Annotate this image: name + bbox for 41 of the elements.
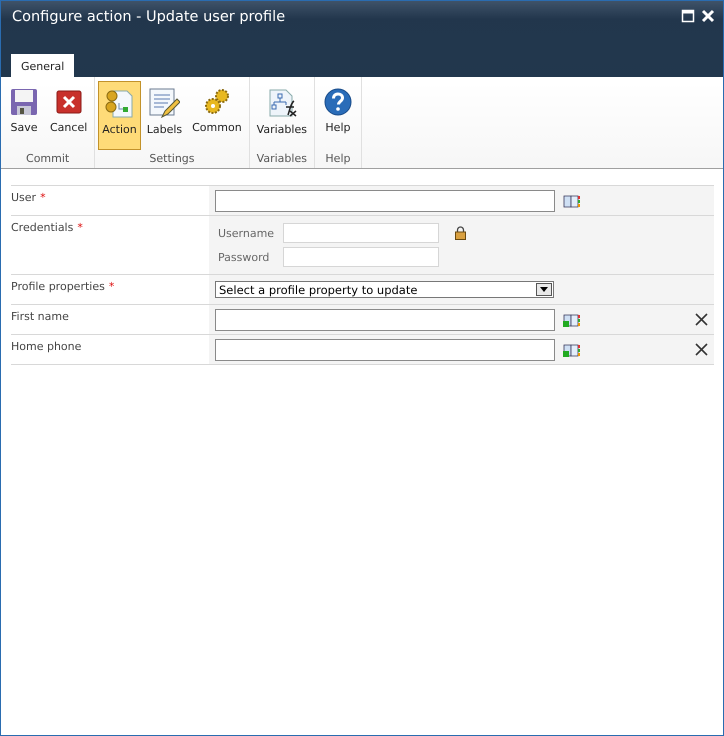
field-label: First name — [11, 310, 69, 323]
ribbon-button[interactable]: Cancel — [46, 81, 92, 150]
text-field[interactable] — [215, 338, 555, 360]
ribbon-button[interactable]: Save — [4, 81, 44, 150]
field-label: Credentials — [11, 221, 74, 234]
credential-label: Username — [217, 226, 276, 240]
caret-icon — [540, 287, 548, 292]
group-label: Commit — [25, 151, 70, 167]
text-field[interactable] — [215, 190, 555, 212]
field-label: Home phone — [11, 340, 82, 353]
property-dropdown[interactable]: Select a profile property to update — [215, 281, 554, 298]
maximize-button[interactable] — [681, 9, 697, 25]
ribbon-button[interactable]: Common — [188, 81, 246, 150]
credential-field[interactable] — [283, 223, 439, 243]
group-label: Variables — [256, 151, 308, 167]
required-marker: * — [77, 221, 83, 234]
group-label: Settings — [148, 151, 196, 167]
document-pencil-icon — [148, 87, 180, 119]
remove-button[interactable] — [695, 343, 708, 356]
credential-field[interactable] — [283, 247, 439, 267]
required-marker: * — [108, 280, 114, 293]
ribbon-button[interactable]: Action — [98, 81, 141, 150]
ribbon-button[interactable]: Variables — [252, 81, 311, 150]
field-label: Profile properties — [11, 280, 105, 293]
ribbon-tab[interactable]: General — [11, 54, 74, 77]
address-book-icon[interactable] — [563, 194, 580, 208]
field-label: User — [11, 191, 36, 204]
credential-label: Password — [217, 250, 270, 264]
required-marker: * — [40, 191, 46, 204]
address-book-icon[interactable] — [563, 342, 580, 356]
address-book-icon[interactable] — [563, 312, 580, 326]
close-button[interactable] — [701, 9, 717, 25]
remove-button[interactable] — [695, 313, 708, 326]
padlock-icon — [455, 226, 466, 240]
text-field[interactable] — [215, 308, 555, 330]
group-label: Help — [324, 151, 352, 167]
dropdown-button[interactable] — [536, 283, 552, 296]
window-title: Configure action - Update user profile — [12, 9, 286, 25]
ribbon-button[interactable]: Help — [318, 81, 358, 150]
ribbon-button[interactable]: Labels — [142, 81, 186, 150]
help-icon — [322, 87, 353, 117]
